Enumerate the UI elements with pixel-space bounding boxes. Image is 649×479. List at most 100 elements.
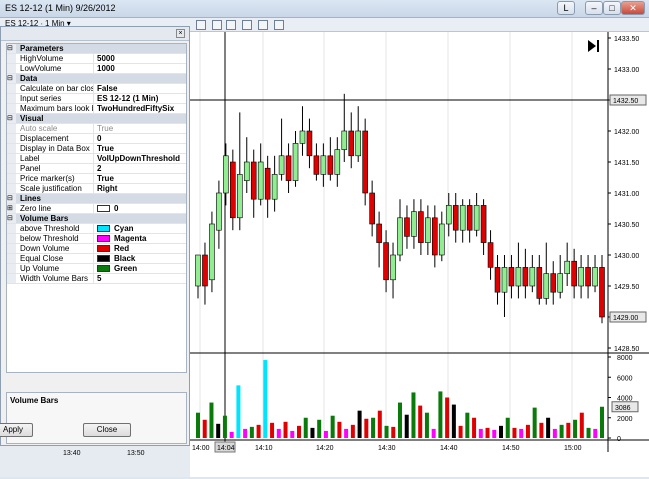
- maximize-button[interactable]: □: [603, 1, 621, 15]
- candle-body: [271, 174, 278, 200]
- property-value[interactable]: Magenta: [94, 234, 186, 243]
- property-row[interactable]: Maximum bars look backTwoHundredFiftySix: [7, 104, 186, 114]
- row-indicator: [7, 254, 16, 263]
- property-value[interactable]: True: [94, 124, 186, 133]
- property-category[interactable]: ⊟ Data: [7, 74, 186, 84]
- property-value[interactable]: 0: [94, 134, 186, 143]
- volume-bar: [566, 422, 571, 438]
- dialog-close-button[interactable]: ×: [176, 29, 185, 38]
- property-value[interactable]: 1000: [94, 64, 186, 73]
- property-category[interactable]: ⊟ Volume Bars: [7, 214, 186, 224]
- chart-type-icon[interactable]: [196, 20, 206, 30]
- chart-area[interactable]: 1433.50 1433.00 1432.50 1432.00 1431.50 1431.…: [190, 32, 649, 477]
- property-row[interactable]: Equal Close Black: [7, 254, 186, 264]
- volume-bar: [552, 428, 557, 438]
- property-row[interactable]: Up Volume Green: [7, 264, 186, 274]
- property-row[interactable]: LowVolume 1000: [7, 64, 186, 74]
- property-value[interactable]: False: [94, 84, 186, 93]
- properties-icon[interactable]: [258, 20, 268, 30]
- price-tick-label: 1432.00: [614, 129, 639, 136]
- volume-bar: [519, 428, 524, 438]
- candle-body: [599, 267, 605, 318]
- property-value[interactable]: Green: [94, 264, 186, 273]
- candle-body: [592, 267, 598, 287]
- description-title: Volume Bars: [10, 396, 59, 405]
- property-row[interactable]: Display in Data Box True: [7, 144, 186, 154]
- price-tick-label: 1430.00: [614, 253, 639, 260]
- volume-bar: [398, 402, 402, 438]
- property-row[interactable]: Width Volume Bars 5: [7, 274, 186, 284]
- row-indicator: [7, 244, 16, 253]
- candle-body: [397, 217, 403, 256]
- candle-body: [529, 267, 536, 287]
- collapse-icon[interactable]: ⊟: [7, 114, 16, 123]
- property-value[interactable]: Black: [94, 254, 186, 263]
- property-value[interactable]: ES 12-12 (1 Min): [94, 94, 186, 103]
- close-button[interactable]: Close: [83, 423, 131, 437]
- property-row[interactable]: above Threshold Cyan: [7, 224, 186, 234]
- property-value-text: Right: [97, 184, 118, 193]
- property-value[interactable]: True: [94, 144, 186, 153]
- property-row[interactable]: Scale justification Right: [7, 184, 186, 194]
- property-row[interactable]: ⊞ Zero line 0: [7, 204, 186, 214]
- close-window-button[interactable]: ✕: [621, 1, 645, 15]
- property-value[interactable]: 5: [94, 274, 186, 283]
- collapse-icon[interactable]: ⊟: [7, 214, 16, 223]
- property-value-text: ES 12-12 (1 Min): [97, 94, 159, 103]
- volume-bar: [411, 392, 416, 438]
- property-value[interactable]: 5000: [94, 54, 186, 63]
- candle-body: [257, 161, 264, 200]
- apply-button[interactable]: Apply: [0, 423, 33, 437]
- property-category[interactable]: ⊟ Lines: [7, 194, 186, 204]
- volume-bar: [196, 412, 200, 438]
- property-value[interactable]: Right: [94, 184, 186, 193]
- property-row[interactable]: Panel 2: [7, 164, 186, 174]
- volume-tick-label: 8000: [617, 355, 633, 362]
- candle-body: [348, 130, 355, 157]
- minimize-button[interactable]: –: [585, 1, 603, 15]
- property-row[interactable]: Price marker(s) True: [7, 174, 186, 184]
- property-row[interactable]: Auto scale True: [7, 124, 186, 134]
- row-indicator: [7, 154, 16, 163]
- collapse-icon[interactable]: ⊟: [7, 44, 16, 53]
- property-row[interactable]: Input series ES 12-12 (1 Min): [7, 94, 186, 104]
- price-volume-chart[interactable]: 1433.50 1433.00 1432.50 1432.00 1431.50 1431.…: [190, 32, 649, 477]
- time-label: 14:10: [255, 445, 273, 452]
- volume-bar: [297, 425, 301, 438]
- property-value[interactable]: 0: [94, 204, 186, 213]
- property-value[interactable]: VolUpDownThreshold: [94, 154, 186, 163]
- color-swatch: [97, 255, 110, 262]
- candle-body: [564, 260, 570, 274]
- collapse-icon[interactable]: ⊟: [7, 74, 16, 83]
- property-row[interactable]: Down Volume Red: [7, 244, 186, 254]
- property-name: Price marker(s): [16, 174, 94, 183]
- property-row[interactable]: HighVolume 5000: [7, 54, 186, 64]
- property-value[interactable]: True: [94, 174, 186, 183]
- strategy-icon[interactable]: [242, 20, 252, 30]
- indicator-icon[interactable]: [226, 20, 236, 30]
- volume-bar: [337, 421, 342, 438]
- volume-marker-label: 3086: [615, 405, 631, 412]
- collapse-icon[interactable]: ⊟: [7, 194, 16, 203]
- property-row[interactable]: below Threshold Magenta: [7, 234, 186, 244]
- volume-bar: [344, 428, 349, 438]
- property-row[interactable]: Label VolUpDownThreshold: [7, 154, 186, 164]
- property-category[interactable]: ⊟ Parameters: [7, 44, 186, 54]
- volume-bar: [586, 427, 591, 438]
- volume-bar: [539, 422, 544, 438]
- property-name: LowVolume: [16, 64, 94, 73]
- property-category[interactable]: ⊟ Visual: [7, 114, 186, 124]
- property-value-text: 1000: [97, 64, 115, 73]
- property-value[interactable]: Cyan: [94, 224, 186, 233]
- property-value[interactable]: Red: [94, 244, 186, 253]
- property-row[interactable]: Displacement 0: [7, 134, 186, 144]
- property-grid[interactable]: ⊟ Parameters HighVolume 5000 LowVolume 1000 ⊟ D…: [6, 43, 187, 373]
- candle-body: [313, 155, 320, 175]
- l-button[interactable]: L: [557, 1, 575, 15]
- property-value[interactable]: 2: [94, 164, 186, 173]
- property-row[interactable]: Calculate on bar close False: [7, 84, 186, 94]
- drawing-tool-icon[interactable]: [274, 20, 284, 30]
- volume-bar: [458, 425, 463, 438]
- property-value[interactable]: TwoHundredFiftySix: [94, 104, 186, 113]
- bar-type-icon[interactable]: [212, 20, 222, 30]
